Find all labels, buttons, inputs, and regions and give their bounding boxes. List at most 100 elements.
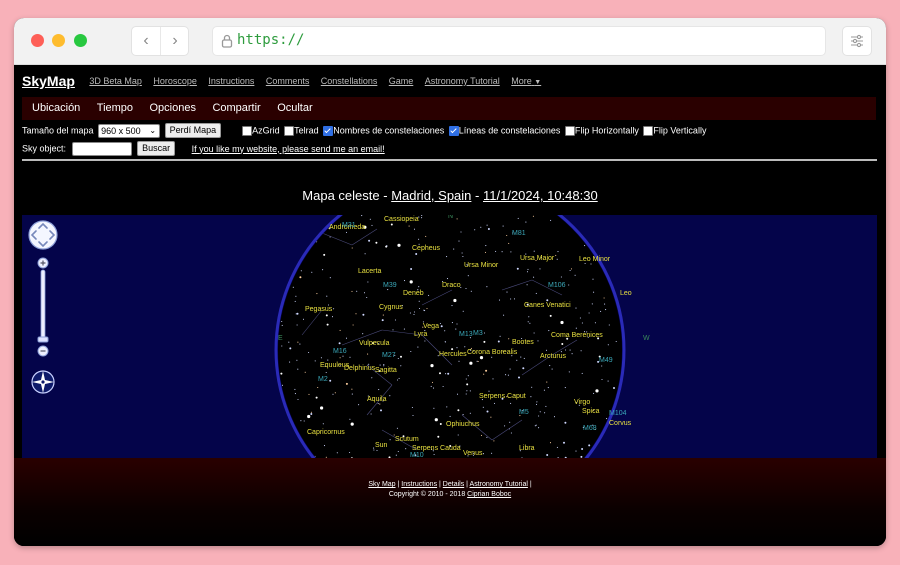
hide-button[interactable]: Ocultar [271,97,318,120]
azgrid-checkbox[interactable] [242,125,253,136]
footer-link-instructions[interactable]: Instructions [401,481,437,488]
nav-link-instructions[interactable]: Instructions [208,76,254,86]
star [492,378,494,380]
compass-rose-icon[interactable] [31,370,55,394]
nav-link-horoscope[interactable]: Horoscope [153,76,197,86]
star [533,332,535,334]
star [415,253,418,255]
forward-button[interactable]: › [160,27,189,55]
star [296,359,298,361]
star [433,453,435,456]
lost-map-button[interactable]: Perdí Mapa [164,123,222,138]
flip-horizontally-label: Flip Horizontally [574,125,639,136]
star [564,349,567,351]
star [510,402,512,404]
star [409,312,411,314]
star [323,445,326,447]
location-link[interactable]: Madrid, Spain [391,188,471,203]
star [513,298,516,300]
star [592,278,594,280]
star [368,239,371,242]
star [575,327,577,329]
author-link[interactable]: Ciprian Boboc [467,491,511,498]
star [345,231,348,233]
options-button[interactable]: Opciones [144,97,202,120]
settings-button[interactable] [842,26,872,56]
star [451,305,453,307]
star [570,268,573,270]
constellation-label: Ursa Minor [464,262,499,269]
messier-label: M13 [459,331,473,338]
sky-object-input[interactable] [71,141,132,156]
share-button[interactable]: Compartir [206,97,266,120]
star [445,373,447,375]
star [469,412,471,414]
nav-link-more[interactable]: More ▼ [511,76,541,86]
flip-horizontally-checkbox[interactable] [564,125,575,136]
search-button[interactable]: Buscar [137,141,176,156]
star [430,385,432,387]
nav-link-game[interactable]: Game [389,76,414,86]
zoom-out-button[interactable] [37,345,49,357]
star [418,300,420,302]
star [432,387,435,389]
star [299,343,301,345]
constellation-lines-checkbox[interactable] [448,125,459,136]
url-text: https:// [237,32,305,48]
sky-map-canvas[interactable]: CassiopeiaAndromedaCepheusUrsa MinorUrsa… [22,215,877,458]
pan-control[interactable] [28,220,58,250]
address-bar[interactable]: https:// [212,26,826,56]
email-request-link[interactable]: If you like my website, please send me a… [192,144,385,154]
star [506,291,508,293]
location-button[interactable]: Ubicación [26,97,86,120]
star [456,323,458,325]
datetime-link[interactable]: 11/1/2024, 10:48:30 [483,188,598,203]
sky-map[interactable]: Cassiopeia Andromeda Cepheus Ursa Minor Ursa… [22,215,877,458]
zoom-in-button[interactable] [37,257,49,269]
nav-link-3d-beta-map[interactable]: 3D Beta Map [89,76,142,86]
back-button[interactable]: ‹ [132,27,160,55]
maximize-window-button[interactable] [74,34,87,47]
star [533,276,535,278]
star [505,374,507,376]
star [308,393,310,395]
star [373,447,375,449]
footer-link-sky-map[interactable]: Sky Map [368,481,395,488]
star [555,254,557,256]
close-window-button[interactable] [31,34,44,47]
nav-link-comments[interactable]: Comments [266,76,310,86]
star [546,381,548,383]
options-menu-bar: Ubicación Tiempo Opciones Compartir Ocul… [22,97,876,120]
time-button[interactable]: Tiempo [91,97,139,120]
chevron-down-icon: ⌄ [149,125,157,135]
compass-direction-label: E [278,335,283,342]
minimize-window-button[interactable] [52,34,65,47]
star [338,342,341,345]
star [281,384,284,386]
star [575,450,577,452]
zoom-slider-track[interactable] [40,269,46,343]
star [535,424,537,426]
constellation-label: Virgo [574,399,590,406]
star [379,403,381,405]
star [462,310,464,312]
flip-vertically-checkbox[interactable] [643,125,654,136]
footer-link-details[interactable]: Details [443,481,464,488]
nav-link-constellations[interactable]: Constellations [321,76,378,86]
map-size-select[interactable]: 960 x 500 ⌄ [98,123,161,138]
star [466,390,468,392]
star [453,248,455,250]
footer-link-astronomy-tutorial[interactable]: Astronomy Tutorial [470,481,528,488]
zoom-slider-handle[interactable] [37,336,49,343]
footer: Sky Map | Instructions | Details | Astro… [14,458,886,546]
star [595,389,599,393]
star [373,449,375,451]
star [543,389,545,391]
brand-link[interactable]: SkyMap [22,73,75,89]
constellation-names-checkbox[interactable] [323,125,334,136]
telrad-checkbox[interactable] [284,125,295,136]
nav-link-astronomy-tutorial[interactable]: Astronomy Tutorial [425,76,500,86]
star [465,378,467,380]
star [333,308,335,310]
star [502,225,504,227]
